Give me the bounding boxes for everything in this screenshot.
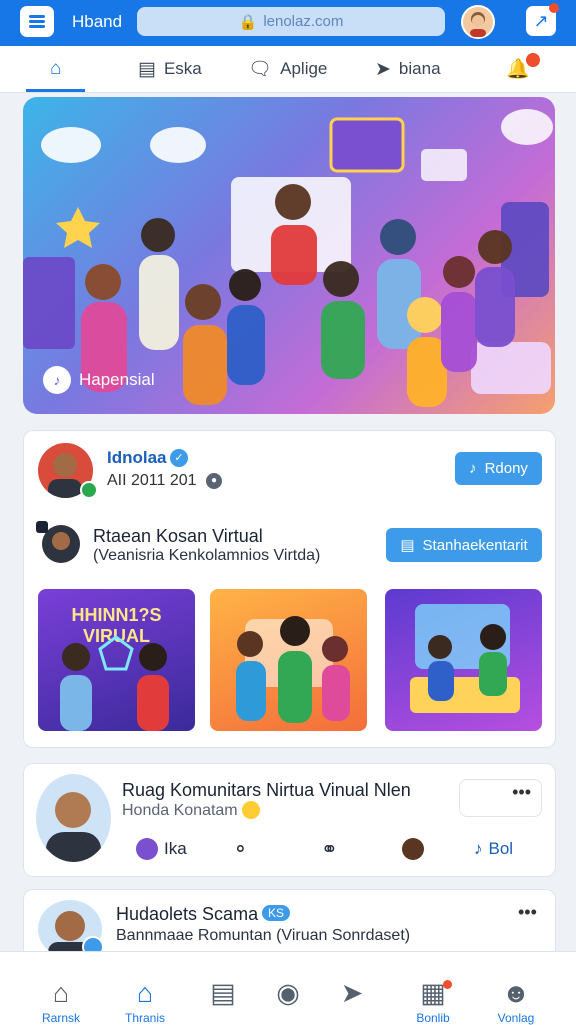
notification-dot <box>443 980 452 989</box>
tab-eska[interactable]: ▤ Eska <box>138 46 202 92</box>
hero-caption: ♪ Hapensial <box>43 366 155 394</box>
nav-community[interactable]: ⌂ Thranis <box>114 952 176 1025</box>
nav-profile[interactable]: ☻ Vonlag <box>485 952 547 1025</box>
document-icon: ▤ <box>400 537 415 554</box>
tab-label: Aplige <box>280 59 328 78</box>
action-like-label: Ika <box>164 839 187 858</box>
profile-icon: ☻ <box>501 978 531 1008</box>
menu-button[interactable] <box>20 6 54 37</box>
post-time: AII 2011 201 <box>107 472 197 489</box>
action-like[interactable]: Ika <box>136 834 187 864</box>
notification-dot <box>549 3 559 13</box>
hero-banner[interactable]: ♪ Hapensial <box>23 97 555 414</box>
home-icon: ⌂ <box>52 978 70 1008</box>
media-thumbnail-3[interactable] <box>385 589 542 731</box>
online-badge <box>80 481 98 499</box>
send-icon: ➤ <box>340 978 364 1008</box>
nav-inbox[interactable]: ▤ <box>192 952 254 1025</box>
more-options-button[interactable]: ••• <box>459 779 542 817</box>
media-thumbnail-2[interactable] <box>210 589 367 731</box>
community-icon: ⌂ <box>136 978 154 1008</box>
nav-calendar[interactable]: ▦ Bonlib <box>402 952 464 1025</box>
status-badge: KS <box>262 905 291 921</box>
hamburger-line <box>29 25 45 28</box>
hamburger-icon <box>29 15 45 18</box>
external-link-icon: ↗ <box>533 10 549 31</box>
author-name[interactable]: Idnolaa <box>107 448 167 468</box>
globe-icon: ● <box>206 473 222 489</box>
address-text: lenolaz.com <box>263 13 344 30</box>
tab-aplige[interactable]: 🗨 Aplige <box>248 46 327 92</box>
reactor-avatar <box>402 838 424 860</box>
thumbnail-illustration <box>236 616 350 723</box>
community-title[interactable]: Ruag Komunitars Nirtua Vinual Nlen <box>122 780 411 801</box>
follow-label: Rdony <box>484 460 528 477</box>
lock-icon: 🔒 <box>238 13 258 31</box>
nav-label: Thranis <box>124 1011 165 1025</box>
nav-send[interactable]: ➤ <box>321 952 383 1025</box>
event-subtitle: (Veanisria Kenkolamnios Virtda) <box>93 547 321 564</box>
hero-label-text: Hapensial <box>79 370 155 389</box>
post-subtitle: Bannmaae Romuntan (Viruan Sonrdaset) <box>116 927 411 944</box>
hamburger-line <box>29 20 45 23</box>
send-icon: ➤ <box>375 58 391 80</box>
thumbnail-illustration <box>410 604 520 713</box>
media-thumbnail-1[interactable]: HHINN1?S VIRUAL <box>38 589 195 731</box>
action-share-user[interactable] <box>402 834 424 864</box>
nav-label: Rarnsk <box>41 1011 80 1025</box>
music-note-icon: ♪ <box>469 460 477 477</box>
comment-icon: ⚬ <box>232 838 249 861</box>
action-music[interactable]: ♪ Bol <box>474 834 513 864</box>
repost-icon: ⚭ <box>321 838 338 861</box>
thumbnail-illustration <box>60 635 169 731</box>
tab-home[interactable]: ⌂ <box>24 46 88 92</box>
tab-label: Eska <box>163 59 202 78</box>
home-icon: ⌂ <box>50 58 62 79</box>
action-bar: Ika ⚬ ⚭ ♪ Bol <box>24 834 557 864</box>
post-card: Idnolaa ✓ AII 2011 201 ● ♪ Rdony Rtaean … <box>23 430 556 748</box>
app-brand: Hband <box>72 12 123 31</box>
bottom-navigation: ⌂ Rarnsk ⌂ Thranis ▤ ◉ ➤ ▦ Bonlib ☻ Vonl… <box>0 951 576 1025</box>
nav-label: Bonlib <box>416 1011 450 1025</box>
nav-explore[interactable]: ◉ <box>257 952 319 1025</box>
avatar-face-icon <box>470 12 486 37</box>
nav-home[interactable]: ⌂ Rarnsk <box>30 952 92 1025</box>
profile-avatar[interactable] <box>461 5 495 39</box>
post-card: Hudaolets Scama KS Bannmaae Romuntan (Vi… <box>23 889 556 959</box>
tab-biana[interactable]: ➤ biana <box>375 46 441 92</box>
inbox-icon: ▤ <box>210 978 236 1008</box>
reactor-avatar <box>136 838 158 860</box>
action-repost[interactable]: ⚭ <box>321 834 338 864</box>
address-bar[interactable]: 🔒 lenolaz.com <box>137 7 445 36</box>
notification-dot <box>526 53 540 67</box>
action-music-label: Bol <box>488 839 514 858</box>
author-name[interactable]: Hudaolets Scama <box>116 904 258 925</box>
community-card: Ruag Komunitars Nirtua Vinual Nlen Honda… <box>23 763 556 877</box>
tab-label: biana <box>398 59 441 78</box>
chat-icon: 🗨 <box>248 59 273 80</box>
grid-icon: ▤ <box>138 58 156 80</box>
app-bar: Hband 🔒 lenolaz.com ↗ <box>0 0 576 46</box>
more-options-button[interactable]: ••• <box>518 902 537 923</box>
music-icon: ♪ <box>43 366 71 394</box>
notification-button[interactable]: ↗ <box>526 3 559 36</box>
join-event-button[interactable]: ▤ Stanhaekentarit <box>386 528 542 562</box>
top-tabs: ⌂ ▤ Eska 🗨 Aplige ➤ biana 🔔 <box>0 46 576 93</box>
nav-label: Vonlag <box>497 1011 535 1025</box>
community-subtitle: Honda Konatam <box>122 802 238 819</box>
event-title[interactable]: Rtaean Kosan Virtual <box>93 526 263 547</box>
join-event-label: Stanhaekentarit <box>422 536 528 554</box>
emoji-icon <box>242 801 260 819</box>
calendar-icon: ▦ <box>420 978 446 1008</box>
lock-badge-icon <box>36 521 48 533</box>
action-comment[interactable]: ⚬ <box>232 834 249 864</box>
music-note-icon: ♪ <box>474 839 483 858</box>
tab-notifications[interactable]: 🔔 <box>506 46 540 92</box>
follow-button[interactable]: ♪ Rdony <box>455 452 542 485</box>
globe-icon: ◉ <box>276 978 300 1008</box>
verified-icon: ✓ <box>170 449 188 467</box>
